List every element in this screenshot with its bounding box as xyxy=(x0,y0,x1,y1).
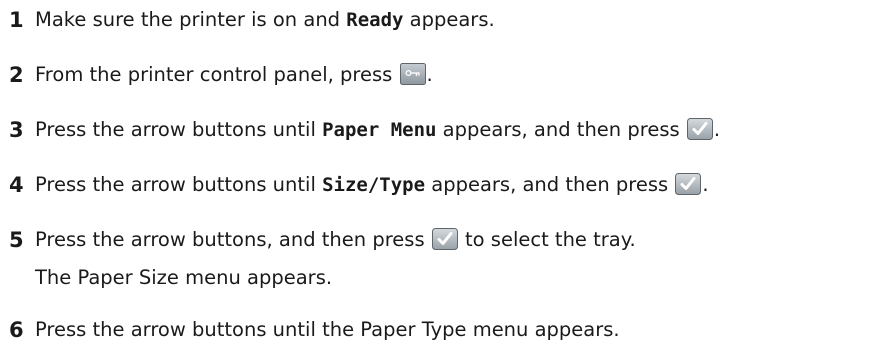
step-5-note: The Paper Size menu appears. xyxy=(35,266,333,289)
select-checkmark-icon xyxy=(675,173,702,195)
display-message: Ready xyxy=(346,9,404,31)
step-number: 1 xyxy=(9,8,24,32)
step-text: Press the arrow buttons until Paper Menu… xyxy=(35,118,721,141)
select-checkmark-icon xyxy=(431,228,458,250)
step-text: Press the arrow buttons, and then press … xyxy=(35,228,636,251)
menu-key-icon xyxy=(399,63,426,85)
display-message: Paper Menu xyxy=(322,119,437,141)
instruction-steps: 1 Make sure the printer is on and Ready … xyxy=(0,0,889,350)
step-number: 6 xyxy=(9,318,24,342)
step-text: Make sure the printer is on and Ready ap… xyxy=(35,8,495,31)
step-text: Press the arrow buttons until the Paper … xyxy=(35,318,620,341)
step-number: 5 xyxy=(9,228,24,252)
display-message: Size/Type xyxy=(322,174,426,196)
step-text: From the printer control panel, press . xyxy=(35,63,433,86)
select-checkmark-icon xyxy=(686,118,713,140)
step-text: Press the arrow buttons until Size/Type … xyxy=(35,173,709,196)
step-number: 3 xyxy=(9,118,24,142)
step-number: 2 xyxy=(9,63,24,87)
step-number: 4 xyxy=(9,173,24,197)
